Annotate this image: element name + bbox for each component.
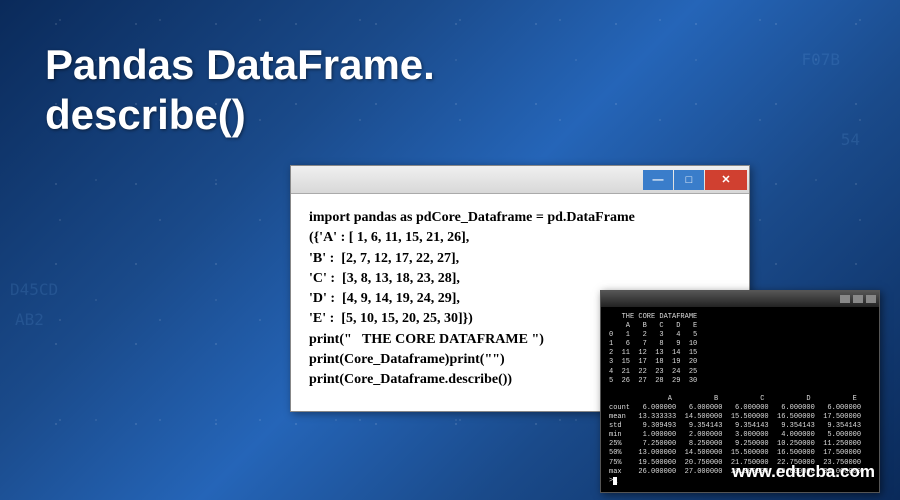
minimize-button[interactable]: —: [643, 170, 673, 190]
maximize-button[interactable]: □: [674, 170, 704, 190]
close-button[interactable]: ✕: [705, 170, 747, 190]
watermark: www.educba.com: [732, 462, 875, 482]
title-line-2: describe(): [45, 90, 435, 140]
title-line-1: Pandas DataFrame.: [45, 40, 435, 90]
bg-fragment: AB2: [15, 310, 44, 329]
bg-fragment: 54: [841, 130, 860, 149]
terminal-close-icon[interactable]: [866, 295, 876, 303]
page-title: Pandas DataFrame. describe(): [45, 40, 435, 141]
window-titlebar: — □ ✕: [291, 166, 749, 194]
terminal-titlebar: [601, 291, 879, 307]
terminal-min-icon[interactable]: [840, 295, 850, 303]
terminal-max-icon[interactable]: [853, 295, 863, 303]
bg-fragment: D45CD: [10, 280, 58, 299]
bg-fragment: F07B: [801, 50, 840, 69]
